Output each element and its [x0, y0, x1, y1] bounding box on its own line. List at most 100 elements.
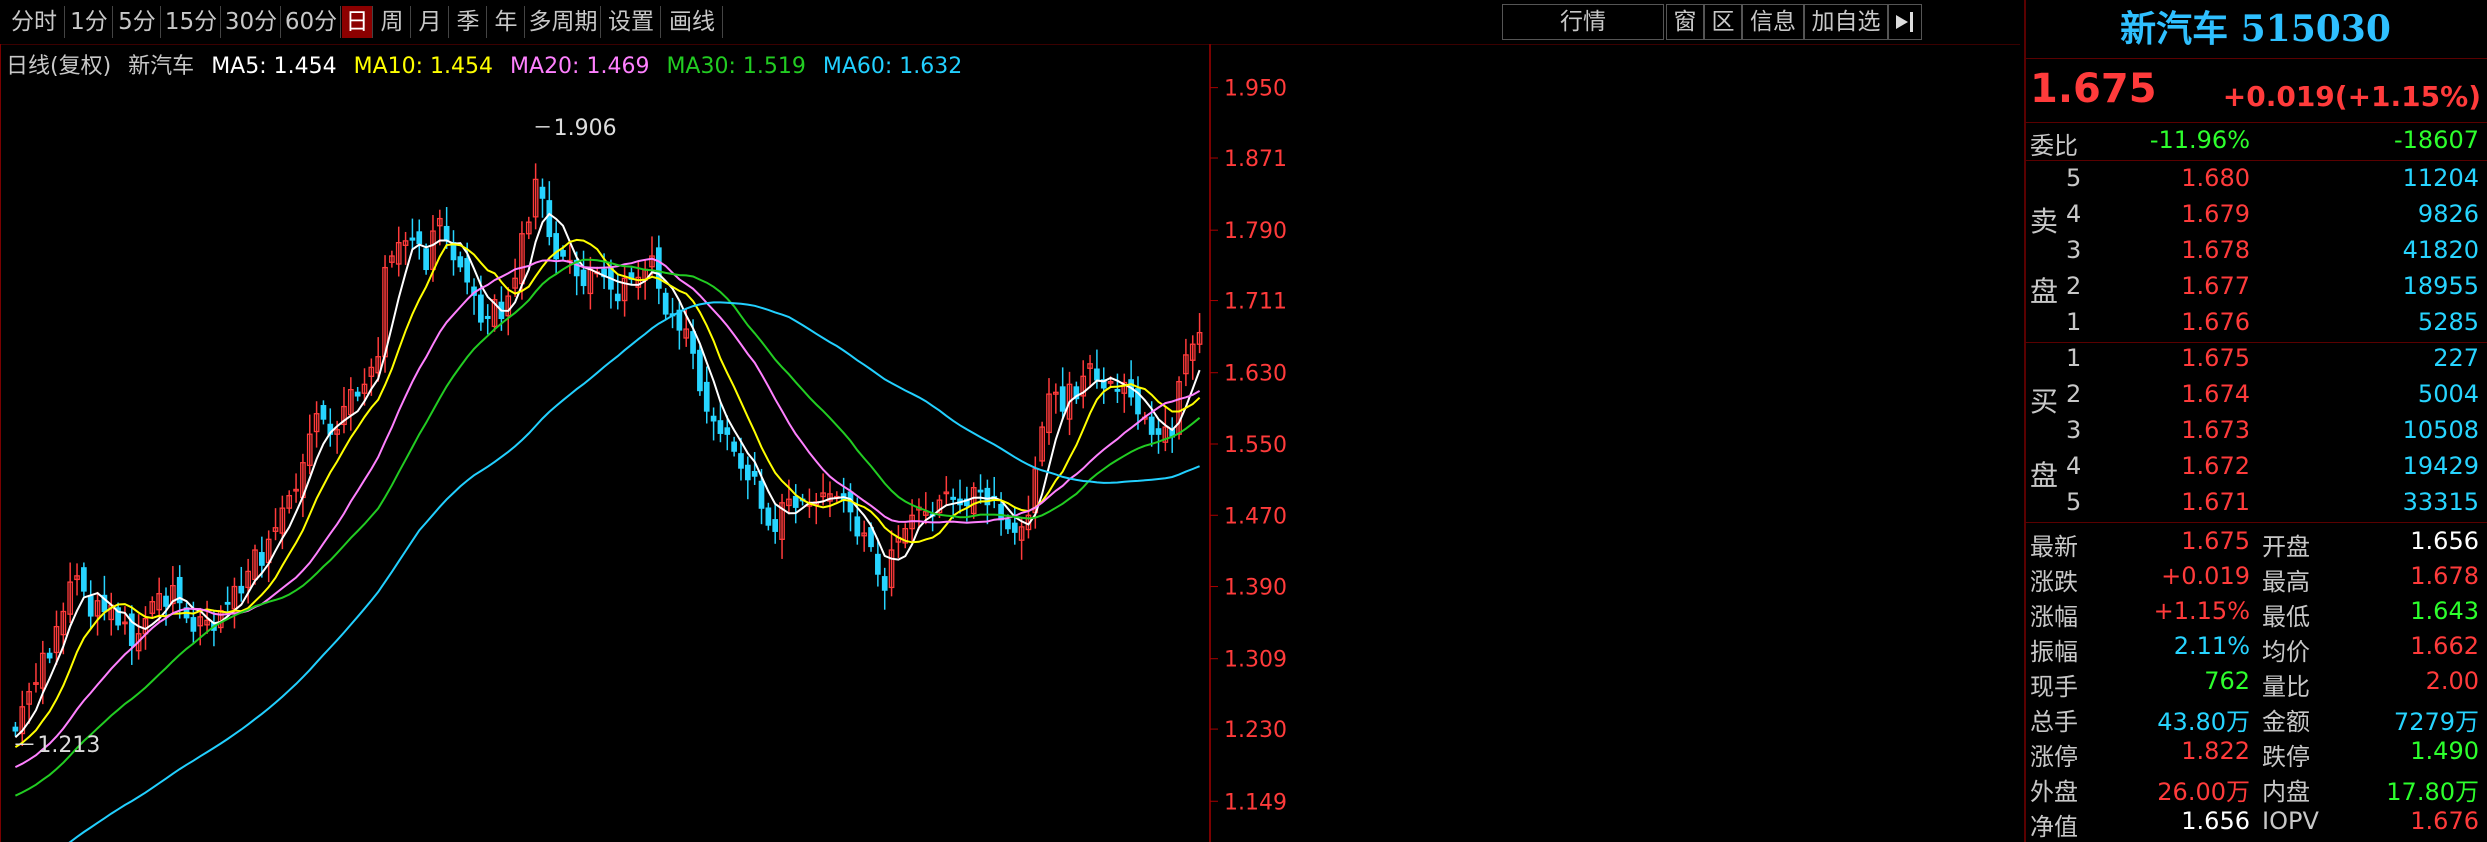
low-annotation: 1.213 — [37, 733, 100, 758]
candle-down — [738, 453, 744, 469]
period-tab[interactable]: 年 — [488, 6, 525, 38]
candle-down — [710, 415, 717, 422]
ma20-line — [14, 257, 1201, 768]
stat-label: IOPV — [2262, 807, 2319, 835]
y-tick-label: 1.230 — [1224, 718, 1287, 743]
stat-label: 现手 — [2030, 673, 2078, 701]
book-price[interactable]: 1.677 — [2140, 272, 2250, 300]
candle-down — [46, 652, 53, 659]
candle-down — [464, 258, 471, 283]
ma60-line — [68, 301, 1200, 842]
region-button[interactable]: 区 — [1704, 4, 1742, 40]
book-level: 5 — [2066, 488, 2082, 516]
stat-value: +0.019 — [2161, 562, 2250, 590]
stat-value: 1.656 — [2410, 527, 2479, 555]
candle-down — [662, 292, 669, 315]
last-price: 1.675 — [2030, 66, 2157, 112]
candle-down — [1059, 386, 1066, 412]
period-tab[interactable]: 设置 — [602, 6, 661, 38]
stat-label: 量比 — [2262, 673, 2310, 701]
stat-label: 金额 — [2262, 708, 2310, 736]
book-price[interactable]: 1.671 — [2140, 488, 2250, 516]
candle-down — [690, 331, 696, 354]
candle-down — [792, 495, 799, 508]
candle-down — [320, 405, 327, 420]
stat-value: 43.80万 — [2157, 708, 2250, 736]
book-volume: 9826 — [2417, 200, 2479, 228]
period-tab[interactable]: 5分 — [114, 6, 161, 38]
book-volume: 41820 — [2402, 236, 2479, 264]
y-tick-label: 1.630 — [1224, 362, 1287, 387]
book-volume: 11204 — [2402, 164, 2479, 192]
stat-value: 17.80万 — [2386, 778, 2479, 806]
ma10-line — [14, 238, 1201, 748]
period-tab[interactable]: 15分 — [162, 6, 221, 38]
stat-value: 1.822 — [2181, 737, 2250, 765]
ask-label-1: 卖 — [2030, 205, 2059, 238]
stat-label: 开盘 — [2262, 533, 2310, 561]
ask-label-2: 盘 — [2030, 275, 2059, 308]
stat-value: 26.00万 — [2157, 778, 2250, 806]
y-tick-label: 1.149 — [1224, 790, 1287, 815]
stat-label: 涨停 — [2030, 743, 2078, 771]
period-tab[interactable]: 多周期 — [526, 6, 601, 38]
info-button[interactable]: 信息 — [1742, 4, 1804, 40]
candle-down — [998, 503, 1004, 521]
period-tab[interactable]: 30分 — [222, 6, 281, 38]
stat-label: 净值 — [2030, 813, 2078, 841]
candle-down — [1005, 519, 1011, 530]
divider — [2024, 160, 2487, 161]
book-level: 4 — [2066, 200, 2082, 228]
stat-value: 1.490 — [2410, 737, 2479, 765]
stat-label: 最新 — [2030, 533, 2078, 561]
candle-down — [875, 553, 881, 575]
period-tab[interactable]: 月 — [412, 6, 449, 38]
period-tab[interactable]: 季 — [450, 6, 487, 38]
book-volume: 18955 — [2402, 272, 2479, 300]
bid-label-2: 盘 — [2030, 459, 2059, 492]
period-tab[interactable]: 1分 — [66, 6, 113, 38]
period-tab[interactable]: 周 — [374, 6, 411, 38]
stat-label: 最高 — [2262, 568, 2310, 596]
add-favorite-button[interactable]: 加自选 — [1804, 4, 1888, 40]
book-price[interactable]: 1.680 — [2140, 164, 2250, 192]
stat-label: 涨幅 — [2030, 603, 2078, 631]
candle-down — [478, 294, 484, 323]
stat-label: 外盘 — [2030, 778, 2078, 806]
book-price[interactable]: 1.675 — [2140, 344, 2250, 372]
candle-down — [1011, 522, 1018, 533]
candle-down — [443, 225, 450, 241]
book-level: 4 — [2066, 452, 2082, 480]
candle-down — [163, 595, 169, 607]
book-price[interactable]: 1.676 — [2140, 308, 2250, 336]
window-button[interactable]: 窗 — [1666, 4, 1704, 40]
book-price[interactable]: 1.672 — [2140, 452, 2250, 480]
stat-value: 2.00 — [2425, 667, 2479, 695]
candle-down — [751, 470, 758, 477]
period-toolbar: 分时 1分 5分 15分 30分 60分日周月季年多周期 设置 画线 行情 窗 区 信息 加自… — [0, 0, 2020, 45]
collapse-panel-icon[interactable] — [1888, 4, 1922, 40]
book-volume: 227 — [2433, 344, 2479, 372]
period-tab[interactable]: 60分 — [282, 6, 341, 38]
candle-down — [655, 247, 662, 289]
candle-down — [765, 507, 772, 526]
book-volume: 5004 — [2417, 380, 2479, 408]
period-tab[interactable]: 画线 — [662, 6, 723, 38]
candle-down — [950, 496, 957, 500]
divider — [2024, 522, 2487, 523]
candle-down — [354, 391, 361, 397]
book-price[interactable]: 1.673 — [2140, 416, 2250, 444]
period-tab[interactable]: 日 — [342, 6, 373, 38]
candle-down — [1155, 428, 1162, 435]
book-price[interactable]: 1.678 — [2140, 236, 2250, 264]
candle-down — [1094, 368, 1100, 381]
book-price[interactable]: 1.679 — [2140, 200, 2250, 228]
kline-chart[interactable]: 1.950 1.871 1.790 1.711 1.630 1.550 1.470 1.390… — [0, 44, 2020, 842]
candle-down — [977, 489, 984, 493]
quote-button[interactable]: 行情 — [1502, 4, 1664, 40]
book-price[interactable]: 1.674 — [2140, 380, 2250, 408]
y-tick-label: 1.550 — [1224, 433, 1287, 458]
y-tick-label: 1.871 — [1224, 147, 1287, 172]
book-volume: 5285 — [2417, 308, 2479, 336]
period-tab[interactable]: 分时 — [4, 6, 65, 38]
